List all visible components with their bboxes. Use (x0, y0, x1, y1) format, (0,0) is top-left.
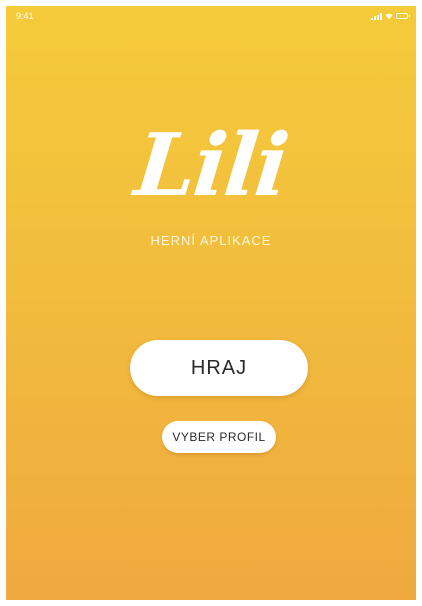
app-screen: 9:41 Lili HERNÍ APLIKACE HRAJ VYBER PROF… (6, 6, 416, 600)
play-button[interactable]: HRAJ (130, 340, 308, 396)
app-subtitle: HERNÍ APLIKACE (150, 233, 272, 248)
wifi-icon (385, 13, 393, 19)
battery-icon (396, 13, 410, 19)
signal-icon (371, 12, 382, 20)
select-profile-button[interactable]: VYBER PROFIL (162, 421, 276, 453)
app-logo: Lili (130, 115, 292, 216)
status-icons (371, 12, 410, 20)
status-bar: 9:41 (6, 6, 416, 26)
status-time: 9:41 (16, 11, 34, 21)
